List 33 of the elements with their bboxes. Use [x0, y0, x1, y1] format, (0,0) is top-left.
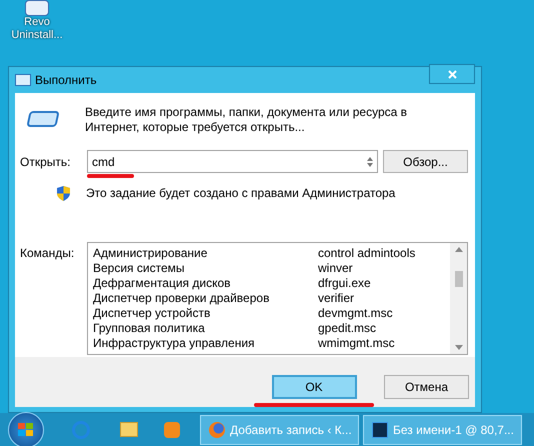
command-row[interactable]: Диспетчер устройств devmgmt.msc	[93, 306, 450, 321]
close-button[interactable]	[429, 64, 475, 84]
close-icon	[448, 70, 456, 78]
scroll-thumb[interactable]	[454, 270, 462, 286]
scroll-down-icon[interactable]	[454, 345, 462, 350]
admin-note: Это задание будет создано с правами Администратора	[86, 185, 396, 202]
command-input-field[interactable]: cmd	[87, 150, 378, 173]
command-row[interactable]: Дефрагментация дисков dfrgui.exe	[93, 276, 450, 291]
program-shortcut-icon[interactable]	[25, 0, 49, 16]
windows-logo-icon	[18, 422, 34, 436]
window-title: Выполнить	[35, 72, 97, 89]
start-button[interactable]	[8, 412, 44, 446]
folder-icon[interactable]	[120, 422, 138, 437]
command-row[interactable]: Версия системы winver	[93, 261, 450, 276]
open-label: Открыть:	[20, 154, 72, 170]
app-logo-icon	[372, 422, 388, 438]
run-dialog-icon	[26, 111, 60, 127]
shield-icon	[57, 186, 70, 200]
browser-logo-icon	[209, 422, 225, 438]
scrollbar[interactable]	[450, 243, 467, 354]
commands-label: Команды:	[20, 245, 76, 262]
underline-mark	[87, 174, 134, 178]
spin-arrows-icon	[367, 156, 373, 166]
command-row[interactable]: Диспетчер проверки драйверов verifier	[93, 291, 450, 306]
dialog-button[interactable]: Отмена	[384, 375, 469, 399]
dialog-button[interactable]: OK	[272, 375, 356, 399]
scroll-up-icon[interactable]	[454, 247, 462, 252]
run-app-icon	[15, 74, 31, 86]
command-row[interactable]: Инфраструктура управления wmimgmt.msc	[93, 336, 450, 351]
browse-button[interactable]: Обзор...	[383, 150, 468, 173]
command-row[interactable]: Групповая политика gpedit.msc	[93, 321, 450, 336]
command-row[interactable]: Администрирование control admintools	[93, 246, 450, 261]
description-text: Введите имя программы, папки, документа или ресурса в Интернет, которые требуется открыть...	[85, 105, 408, 135]
